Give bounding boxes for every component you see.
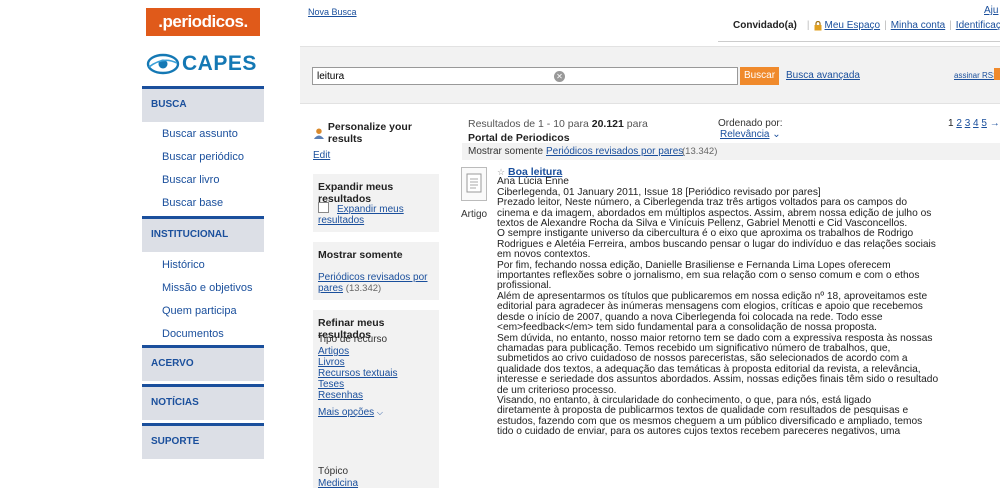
- sidebar-item-buscar-periodico[interactable]: Buscar periódico: [162, 151, 244, 163]
- topico-box: Tópico Medicina: [313, 458, 439, 489]
- page-1[interactable]: 1: [948, 118, 954, 129]
- personalize-label: Personalize your results: [327, 121, 412, 145]
- page-2[interactable]: 2: [956, 118, 962, 129]
- result-title-row: ☆ Boa leitura: [497, 167, 1000, 178]
- sidebar-item-missao[interactable]: Missão e objetivos: [162, 282, 253, 294]
- resource-type-label: Artigo: [461, 209, 488, 220]
- results-header: Resultados de 1 - 10 para 20.121 para Po…: [468, 118, 1000, 144]
- expandir-title: Expandir meus resultados: [318, 181, 394, 205]
- edit-link[interactable]: Edit: [313, 150, 439, 161]
- search-band: ✕ Buscar Busca avançada assinar RSS: [300, 46, 1000, 104]
- divider: |: [949, 20, 952, 31]
- sort-relevance[interactable]: Relevância: [720, 129, 769, 140]
- page-5[interactable]: 5: [981, 118, 987, 129]
- results-para: para: [626, 118, 648, 130]
- divider: [718, 41, 1000, 42]
- identificacao-link[interactable]: Identificação: [956, 20, 1000, 31]
- sidebar-section-label: ACERVO: [151, 358, 194, 369]
- tipo-label: Tipo de recurso: [318, 334, 388, 345]
- periodicos-logo[interactable]: .periodicos.: [146, 8, 260, 36]
- ordenado-label: Ordenado por:: [718, 118, 783, 129]
- rss-icon[interactable]: [994, 68, 1000, 80]
- clear-search-icon[interactable]: ✕: [554, 71, 565, 82]
- sort-select[interactable]: Relevância ⌄: [720, 129, 781, 140]
- topico-item[interactable]: Medicina: [318, 478, 358, 489]
- peer-reviewed-count: (13.342): [345, 283, 382, 294]
- sidebar-section-label: INSTITUCIONAL: [151, 229, 229, 240]
- sidebar-item-buscar-base[interactable]: Buscar base: [162, 197, 223, 209]
- document-icon: [466, 173, 482, 193]
- sidebar-section-label: NOTÍCIAS: [151, 397, 199, 408]
- result-abstract: Prezado leitor, Neste número, a Ciberleg…: [497, 197, 1000, 438]
- page-3[interactable]: 3: [965, 118, 971, 129]
- tipo-item-artigos[interactable]: Artigos: [318, 346, 397, 357]
- results-range: Resultados de 1 - 10 para: [468, 118, 589, 130]
- mostrar-label: Mostrar somente: [468, 146, 544, 157]
- chevron-down-icon: ⌄: [772, 129, 781, 140]
- mostrar-box: Mostrar somente Periódicos revisados por…: [313, 242, 439, 300]
- tipo-item-resenhas[interactable]: Resenhas: [318, 390, 397, 401]
- abstract-line: <em>feedback</em> tem sido fundamental p…: [497, 322, 878, 334]
- capes-eye-icon: [146, 53, 180, 75]
- abstract-line: tido o cuidado de enviar, para os autore…: [497, 426, 901, 438]
- abstract-line: interesse e seriedade dos assuntos abord…: [497, 374, 939, 386]
- sidebar-item-quem-participa[interactable]: Quem participa: [162, 305, 237, 317]
- tipo-item-livros[interactable]: Livros: [318, 357, 397, 368]
- next-page-icon[interactable]: →: [990, 118, 1000, 129]
- article-icon: [461, 167, 487, 201]
- sidebar-section-suporte[interactable]: SUPORTE: [142, 423, 264, 459]
- buscar-button[interactable]: Buscar: [740, 67, 779, 85]
- sidebar-item-buscar-assunto[interactable]: Buscar assunto: [162, 128, 238, 140]
- topico-label: Tópico: [318, 466, 349, 477]
- capes-logo[interactable]: CAPES: [146, 48, 264, 80]
- sidebar-section-label: SUPORTE: [151, 436, 200, 447]
- tipo-list: Artigos Livros Recursos textuais Teses R…: [318, 346, 397, 401]
- ajuda-link[interactable]: Aju: [984, 5, 998, 16]
- sidebar-item-documentos[interactable]: Documentos: [162, 328, 224, 340]
- tipo-item-recursos[interactable]: Recursos textuais: [318, 368, 397, 379]
- sidebar-section-institucional[interactable]: INSTITUCIONAL: [142, 216, 264, 252]
- refinar-box: Refinar meus resultados Tipo de recurso …: [313, 310, 439, 458]
- sidebar-item-historico[interactable]: Histórico: [162, 259, 205, 271]
- user-icon: [313, 127, 324, 139]
- mais-opcoes-row[interactable]: Mais opções ⌵: [318, 407, 383, 418]
- capes-logo-text: CAPES: [182, 52, 257, 75]
- sidebar-item-buscar-livro[interactable]: Buscar livro: [162, 174, 219, 186]
- result-body: ☆ Boa leitura Ana Lúcia Enne Ciberlegend…: [497, 167, 1000, 438]
- mostrar-facet: Periódicos revisados por pares (13.342): [318, 272, 436, 294]
- expandir-box: Expandir meus resultados Expandir meus r…: [313, 174, 439, 232]
- results-total: 20.121: [591, 118, 624, 130]
- divider: |: [806, 20, 810, 31]
- user-bar: Convidado(a) | Meu Espaço | Minha conta …: [733, 20, 1000, 31]
- nova-busca-link[interactable]: Nova Busca: [308, 7, 357, 17]
- sidebar-section-label: BUSCA: [151, 99, 187, 110]
- mostrar-somente-bar: Mostrar somente Periódicos revisados por…: [462, 143, 1000, 160]
- tipo-item-teses[interactable]: Teses: [318, 379, 397, 390]
- lock-icon: [814, 21, 821, 31]
- abstract-line: importantes reflexões sobre o jornalismo…: [497, 270, 920, 282]
- sidebar-section-noticias[interactable]: NOTÍCIAS: [142, 384, 264, 420]
- pagination: 1 2 3 4 5 →: [948, 118, 1000, 129]
- mostrar-title: Mostrar somente: [318, 249, 403, 261]
- sidebar-section-busca[interactable]: BUSCA: [142, 86, 264, 122]
- left-sidebar: .periodicos. CAPES BUSCA Buscar assunto …: [142, 0, 264, 459]
- personalize-box: Personalize your results Edit: [313, 118, 439, 161]
- search-input[interactable]: [312, 67, 738, 85]
- mais-opcoes-link[interactable]: Mais opções: [318, 407, 374, 418]
- busca-avancada-link[interactable]: Busca avançada: [786, 70, 860, 81]
- chevron-down-icon: ⌵: [376, 408, 383, 417]
- page-4[interactable]: 4: [973, 118, 979, 129]
- sidebar-section-acervo[interactable]: ACERVO: [142, 345, 264, 381]
- meu-espaco-link[interactable]: Meu Espaço: [825, 20, 881, 31]
- expandir-checkbox-label[interactable]: Expandir meus resultados: [318, 204, 418, 226]
- guest-label: Convidado(a): [733, 20, 797, 31]
- assinar-rss-link[interactable]: assinar RSS: [954, 71, 998, 80]
- peer-reviewed-filter-link[interactable]: Periódicos revisados por pares: [546, 146, 683, 157]
- peer-reviewed-filter-count: (13.342): [682, 146, 718, 157]
- divider: |: [884, 20, 887, 31]
- minha-conta-link[interactable]: Minha conta: [891, 20, 945, 31]
